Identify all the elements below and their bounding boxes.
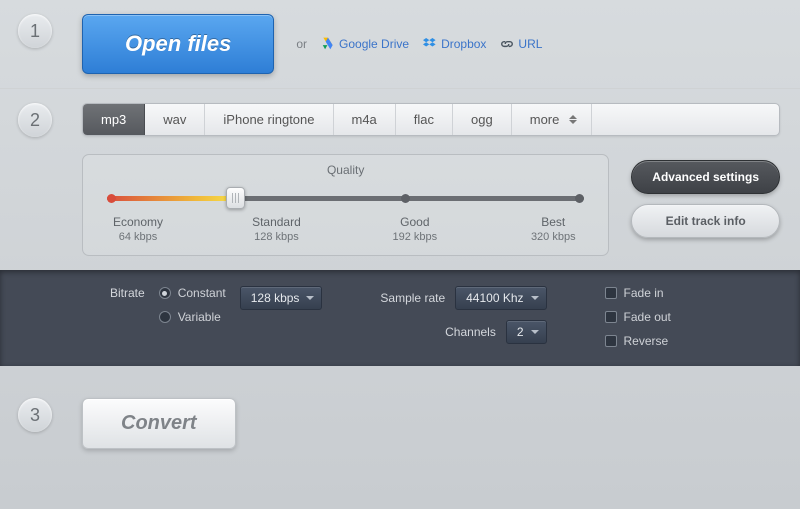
q-economy: Economy bbox=[103, 215, 173, 229]
bitrate-variable-label: Variable bbox=[178, 310, 221, 324]
step-number-3: 3 bbox=[18, 398, 52, 432]
format-tabs: mp3 wav iPhone ringtone m4a flac ogg mor… bbox=[82, 103, 780, 136]
bitrate-label: Bitrate bbox=[110, 286, 145, 300]
bitrate-constant-radio[interactable]: Constant bbox=[159, 286, 226, 300]
bitrate-select[interactable]: 128 kbps bbox=[240, 286, 323, 310]
step-number-2: 2 bbox=[18, 103, 52, 137]
bitrate-constant-label: Constant bbox=[178, 286, 226, 300]
tab-more[interactable]: more bbox=[512, 104, 593, 135]
fade-out-checkbox[interactable]: Fade out bbox=[605, 310, 671, 324]
q-best-rate: 320 kbps bbox=[531, 231, 576, 243]
advanced-settings-button[interactable]: Advanced settings bbox=[631, 160, 780, 194]
source-dropbox[interactable]: Dropbox bbox=[423, 37, 486, 51]
channels-select[interactable]: 2 bbox=[506, 320, 547, 344]
source-links: or Google Drive Dropbox URL bbox=[296, 37, 542, 51]
source-google-drive[interactable]: Google Drive bbox=[321, 37, 409, 51]
q-standard-rate: 128 kbps bbox=[254, 231, 299, 243]
quality-title: Quality bbox=[103, 163, 588, 177]
dropbox-label: Dropbox bbox=[441, 37, 486, 51]
fade-in-checkbox[interactable]: Fade in bbox=[605, 286, 671, 300]
tab-wav[interactable]: wav bbox=[145, 104, 205, 135]
fade-out-label: Fade out bbox=[624, 310, 671, 324]
slider-thumb[interactable] bbox=[226, 187, 245, 209]
channels-label: Channels bbox=[445, 325, 496, 339]
q-standard: Standard bbox=[241, 215, 311, 229]
tab-m4a[interactable]: m4a bbox=[334, 104, 396, 135]
stepper-icon bbox=[569, 115, 577, 124]
quality-slider[interactable] bbox=[107, 191, 584, 205]
convert-button[interactable]: Convert bbox=[82, 398, 236, 449]
link-icon bbox=[500, 37, 514, 51]
sample-rate-select[interactable]: 44100 Khz bbox=[455, 286, 546, 310]
step-3: 3 Convert bbox=[0, 366, 800, 481]
source-url[interactable]: URL bbox=[500, 37, 542, 51]
edit-track-info-button[interactable]: Edit track info bbox=[631, 204, 780, 238]
tab-more-label: more bbox=[530, 112, 560, 127]
dropbox-icon bbox=[423, 37, 437, 51]
tab-iphone-ringtone[interactable]: iPhone ringtone bbox=[205, 104, 333, 135]
tab-flac[interactable]: flac bbox=[396, 104, 453, 135]
q-best: Best bbox=[518, 215, 588, 229]
step-1: 1 Open files or Google Drive Dropbox URL bbox=[0, 0, 800, 88]
step-number-1: 1 bbox=[18, 14, 52, 48]
url-label: URL bbox=[518, 37, 542, 51]
open-files-button[interactable]: Open files bbox=[82, 14, 274, 74]
or-label: or bbox=[296, 37, 307, 51]
fade-in-label: Fade in bbox=[624, 286, 664, 300]
q-economy-rate: 64 kbps bbox=[119, 231, 158, 243]
q-good-rate: 192 kbps bbox=[393, 231, 438, 243]
quality-panel: Quality Economy 64 kbps Standard 128 kbps … bbox=[82, 154, 609, 256]
bitrate-variable-radio[interactable]: Variable bbox=[159, 310, 226, 324]
tab-mp3[interactable]: mp3 bbox=[83, 104, 145, 135]
tab-ogg[interactable]: ogg bbox=[453, 104, 512, 135]
step-2: 2 mp3 wav iPhone ringtone m4a flac ogg m… bbox=[0, 89, 800, 270]
reverse-checkbox[interactable]: Reverse bbox=[605, 334, 671, 348]
reverse-label: Reverse bbox=[624, 334, 669, 348]
gdrive-label: Google Drive bbox=[339, 37, 409, 51]
q-good: Good bbox=[380, 215, 450, 229]
sample-rate-label: Sample rate bbox=[380, 291, 445, 305]
advanced-settings-panel: Bitrate Constant Variable 128 kbps Sampl… bbox=[0, 270, 800, 366]
quality-labels: Economy 64 kbps Standard 128 kbps Good 192 … bbox=[103, 215, 588, 243]
google-drive-icon bbox=[321, 37, 335, 51]
